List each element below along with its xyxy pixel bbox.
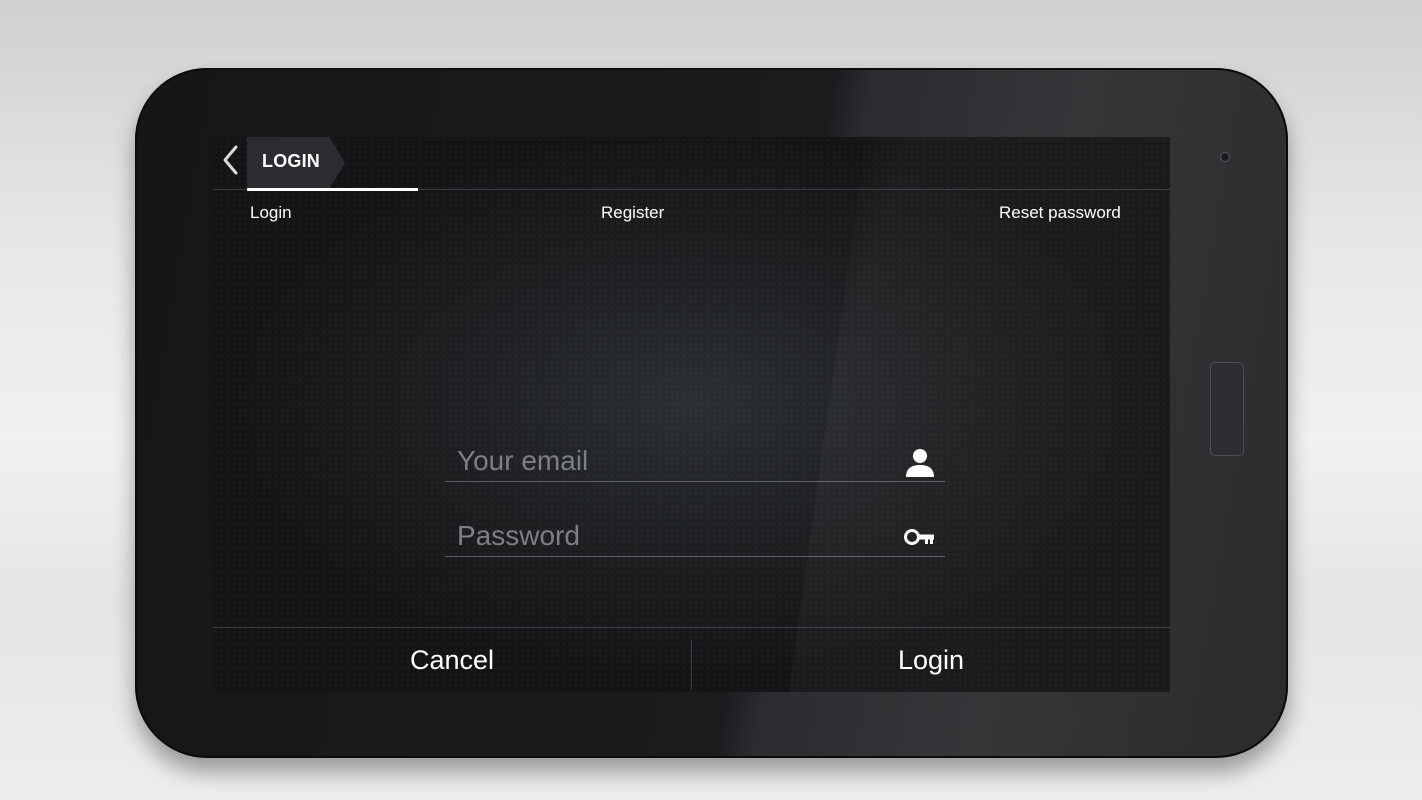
password-field[interactable] xyxy=(457,516,877,556)
user-icon xyxy=(903,447,937,477)
tab-register[interactable]: Register xyxy=(601,203,664,223)
chevron-left-icon xyxy=(221,144,239,181)
home-button[interactable] xyxy=(1210,362,1244,456)
app-screen: LOGIN Login Register Reset password Your… xyxy=(213,137,1170,692)
camera-icon xyxy=(1220,152,1230,162)
password-field-container xyxy=(445,516,945,557)
action-bar: LOGIN xyxy=(213,137,1170,191)
page-title: LOGIN xyxy=(262,151,320,171)
bottom-action-bar: Cancel Login xyxy=(213,627,1170,692)
selected-tab-indicator xyxy=(247,188,418,191)
back-button[interactable] xyxy=(217,145,243,179)
login-button[interactable]: Login xyxy=(692,628,1170,692)
tablet-device: LOGIN Login Register Reset password Your… xyxy=(135,68,1288,758)
key-icon xyxy=(903,522,937,552)
tab-login[interactable]: Login xyxy=(250,203,292,223)
email-field-container xyxy=(445,441,945,482)
email-field[interactable] xyxy=(457,441,877,481)
tab-reset-password[interactable]: Reset password xyxy=(999,203,1121,223)
cancel-button[interactable]: Cancel xyxy=(213,628,691,692)
